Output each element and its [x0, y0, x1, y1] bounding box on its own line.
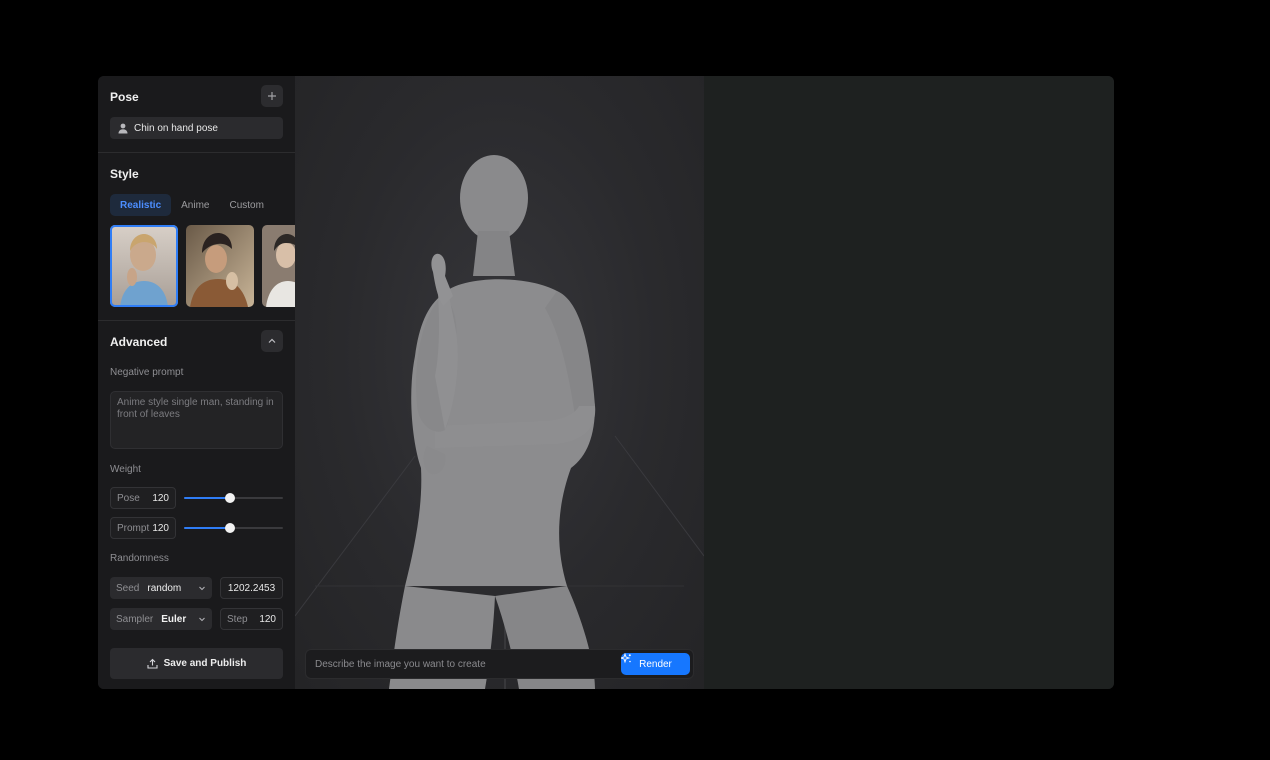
- sampler-select[interactable]: Sampler Euler: [110, 608, 212, 630]
- upload-icon: [147, 658, 158, 669]
- tab-realistic[interactable]: Realistic: [110, 194, 172, 216]
- selected-pose-label: Chin on hand pose: [134, 122, 218, 134]
- add-pose-button[interactable]: [261, 85, 283, 107]
- sidebar: Pose Chin on hand pose Style Realistic A…: [98, 76, 295, 689]
- render-button[interactable]: Render: [621, 653, 690, 675]
- step-label: Step: [227, 613, 248, 625]
- style-thumbnail[interactable]: [262, 225, 295, 307]
- pose-weight-field[interactable]: Pose 120: [110, 487, 176, 509]
- prompt-input[interactable]: Describe the image you want to create: [315, 659, 486, 670]
- tab-custom[interactable]: Custom: [220, 194, 274, 216]
- style-thumbnail[interactable]: [110, 225, 178, 307]
- style-title: Style: [110, 167, 139, 181]
- weight-label: Weight: [110, 464, 141, 475]
- pose-viewport[interactable]: Describe the image you want to create Re…: [295, 76, 704, 689]
- save-publish-label: Save and Publish: [163, 658, 247, 669]
- slider-handle[interactable]: [224, 523, 235, 533]
- seed-mode-value: random: [147, 582, 182, 594]
- app-window: Pose Chin on hand pose Style Realistic A…: [98, 76, 1114, 689]
- seed-label: Seed: [116, 582, 140, 594]
- seed-number-field[interactable]: 1202.2453: [220, 577, 283, 599]
- prompt-weight-value: 120: [152, 522, 169, 534]
- selected-pose[interactable]: Chin on hand pose: [110, 117, 283, 139]
- render-label: Render: [639, 658, 672, 670]
- prompt-weight-field[interactable]: Prompt 120: [110, 517, 176, 539]
- sparkle-icon: [621, 653, 631, 664]
- pose-weight-label: Pose: [117, 492, 140, 504]
- seed-select[interactable]: Seed random: [110, 577, 212, 599]
- plus-icon: [268, 92, 276, 100]
- style-tabs: Realistic Anime Custom: [110, 194, 274, 216]
- step-value: 120: [259, 613, 276, 625]
- tab-anime[interactable]: Anime: [171, 194, 219, 216]
- mannequin-figure: [295, 155, 704, 689]
- chevron-down-icon: [199, 586, 205, 591]
- step-field[interactable]: Step 120: [220, 608, 283, 630]
- pose-title: Pose: [110, 90, 139, 104]
- prompt-weight-label: Prompt: [117, 522, 150, 534]
- seed-number-value: 1202.2453: [227, 582, 276, 594]
- chevron-down-icon: [199, 617, 205, 622]
- slider-handle[interactable]: [224, 493, 235, 503]
- divider: [98, 152, 295, 153]
- style-thumbnail[interactable]: [186, 225, 254, 307]
- advanced-title: Advanced: [110, 335, 168, 349]
- pose-weight-value: 120: [152, 492, 169, 504]
- slider-fill: [184, 527, 230, 529]
- pose-weight-slider[interactable]: [184, 492, 283, 504]
- chevron-up-icon: [268, 338, 276, 343]
- sampler-label: Sampler: [116, 613, 154, 625]
- divider: [98, 320, 295, 321]
- slider-fill: [184, 497, 230, 499]
- save-publish-button[interactable]: Save and Publish: [110, 648, 283, 679]
- style-thumbnails: [110, 225, 295, 307]
- randomness-label: Randomness: [110, 553, 169, 564]
- negative-prompt-label: Negative prompt: [110, 367, 184, 378]
- negative-prompt-input[interactable]: Anime style single man, standing in fron…: [110, 391, 283, 449]
- sampler-value: Euler: [161, 613, 187, 625]
- output-panel: [704, 76, 1114, 689]
- collapse-advanced-button[interactable]: [261, 330, 283, 352]
- prompt-bar: Describe the image you want to create Re…: [305, 649, 694, 679]
- person-icon: [118, 123, 128, 133]
- prompt-weight-slider[interactable]: [184, 522, 283, 534]
